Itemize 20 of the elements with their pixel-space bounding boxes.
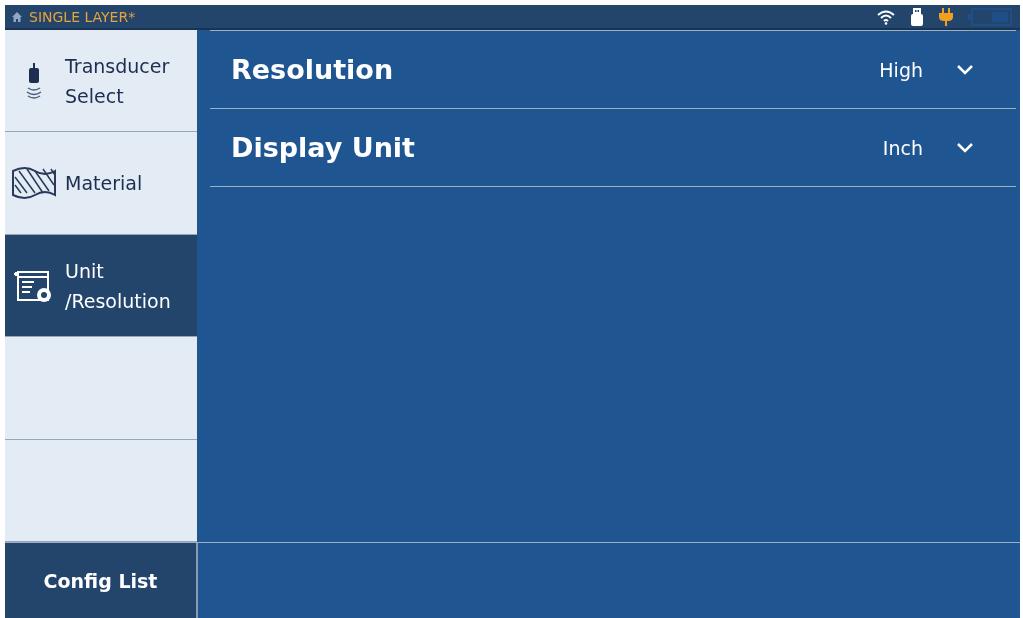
setting-row[interactable]: Display Unit Inch [210,109,1016,187]
setting-value: Inch [882,136,923,159]
material-icon [11,165,57,202]
sidebar-label: Unit /Resolution [65,258,171,314]
mode-title: SINGLE LAYER* [29,8,136,25]
sidebar-label: Material [65,171,143,197]
battery-icon [968,7,1012,26]
setting-value: High [879,58,923,81]
config-list-button[interactable]: Config List [5,543,198,618]
chevron-down-icon [956,141,974,154]
sidebar-item[interactable]: Unit /Resolution [5,234,197,338]
sidebar-item[interactable]: Transducer Select [5,30,197,133]
chevron-down-icon [956,63,974,76]
home-icon[interactable] [11,10,23,23]
wifi-icon [876,8,896,25]
setting-label: Display Unit [230,132,417,163]
sidebar-item[interactable]: Material [5,132,197,235]
sidebar-label: Transducer Select [65,53,170,109]
setting-row[interactable]: Resolution High [210,30,1016,109]
setting-label: Resolution [230,54,395,85]
